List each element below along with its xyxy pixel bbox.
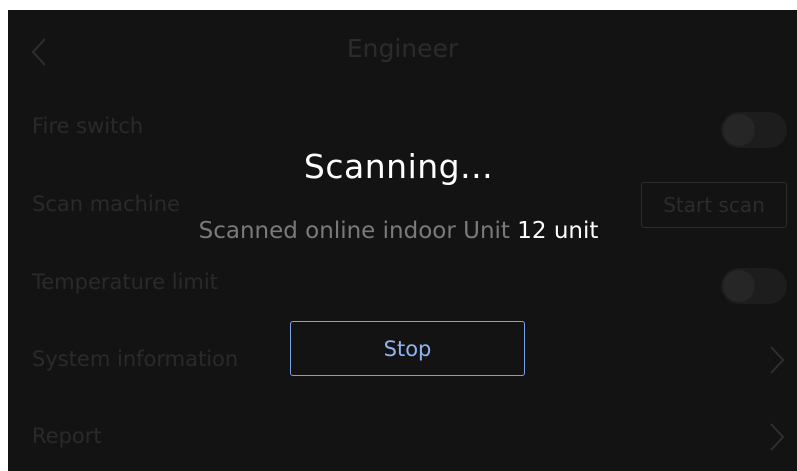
stop-button[interactable]: Stop [290,321,525,376]
scan-status-text: Scanned online indoor Unit [198,218,510,244]
scan-status-line: Scanned online indoor Unit 12 unit [0,218,797,244]
scan-unit-count: 12 unit [517,218,599,244]
scanning-dialog: Scanning... Scanned online indoor Unit 1… [0,0,797,471]
scanning-title: Scanning... [303,147,494,186]
